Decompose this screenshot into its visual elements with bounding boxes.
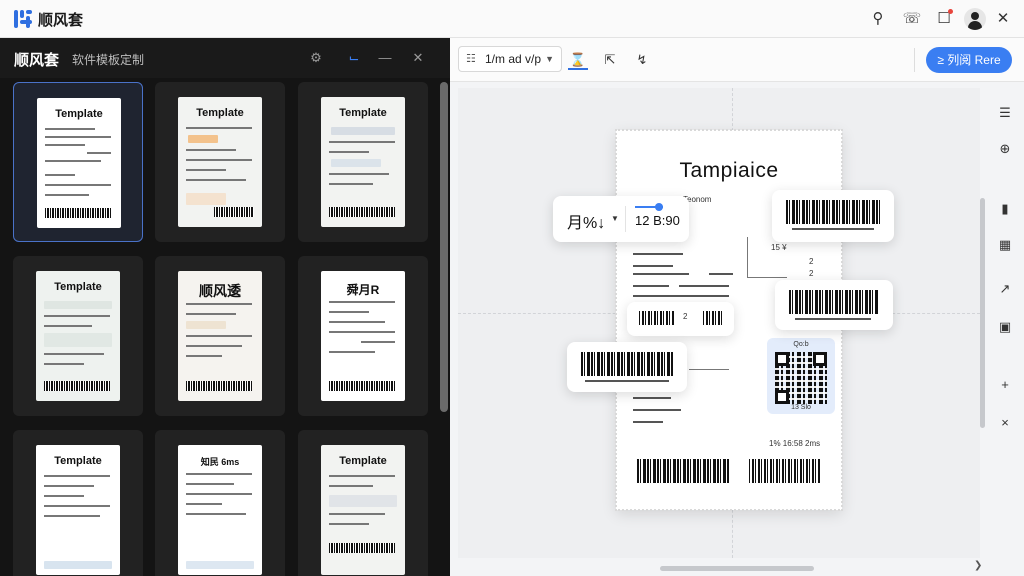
template-title: 舜月R <box>346 283 380 297</box>
label-text-line <box>633 265 673 267</box>
barcode <box>786 200 880 224</box>
qr-caption-top: Qo:b <box>793 341 809 348</box>
label-size-select[interactable]: ☷ 1/m ad v/p ▼ <box>458 46 562 72</box>
template-card-1[interactable]: Template <box>13 82 143 242</box>
barcode <box>639 311 675 325</box>
barcode <box>581 352 673 376</box>
settings-icon[interactable]: ⚙ <box>307 49 325 67</box>
template-title: Template <box>196 107 244 119</box>
panel-scrollbar[interactable] <box>440 82 448 412</box>
template-title: Template <box>54 281 102 293</box>
template-title: Template <box>55 108 103 120</box>
minimize-icon[interactable]: — <box>376 49 394 67</box>
page-size-icon: ☷ <box>466 53 476 65</box>
label-barcode-bottom-left[interactable] <box>637 459 729 483</box>
template-card-7[interactable]: Template <box>13 430 143 576</box>
barcode-chip-middle[interactable]: 2 <box>627 302 734 336</box>
label-text-line <box>633 409 681 411</box>
template-panel-header: 顺风套 软件模板定制 ⚙ ⌙ — ✕ <box>0 38 450 78</box>
label-text-line <box>679 285 729 287</box>
grid-tool-icon[interactable]: ▦ <box>994 234 1016 256</box>
font-style-value: 月%↓ <box>567 215 606 232</box>
slider-handle[interactable] <box>655 203 663 211</box>
corner-icon[interactable]: ⌙ <box>345 49 363 67</box>
search-icon[interactable]: ⚲ <box>868 9 888 29</box>
avatar[interactable] <box>964 8 986 30</box>
label-text-line <box>633 397 671 399</box>
font-style-chip[interactable]: 月%↓ ▼ 12 B:90 <box>553 196 689 242</box>
label-text-line <box>633 295 729 297</box>
app-logo-icon <box>14 10 32 28</box>
label-text-line <box>709 273 733 275</box>
barcode-chip-top[interactable] <box>772 190 894 242</box>
bracket-tool-icon[interactable]: ▮ <box>994 198 1016 220</box>
close-tool-icon[interactable]: × <box>994 412 1016 434</box>
editor-toolbar: ☷ 1/m ad v/p ▼ ⌛ ⇱ ↯ ≥ 列阅 Rere <box>450 38 1024 82</box>
export-tool-icon[interactable]: ↗ <box>994 278 1016 300</box>
layer-tool-icon[interactable]: ▣ <box>994 316 1016 338</box>
chevron-right-icon[interactable]: ❯ <box>974 560 982 571</box>
label-text-line <box>633 273 689 275</box>
side-toolbar: ☰ ⊕ ▮ ▦ ↗ ▣ + × <box>990 94 1020 524</box>
label-text-line <box>633 421 663 423</box>
template-card-9[interactable]: Template <box>298 430 428 576</box>
barcode-chip-left[interactable] <box>567 342 687 392</box>
canvas-scrollbar-vertical[interactable] <box>980 198 985 428</box>
label-text-line <box>633 285 669 287</box>
headset-icon[interactable]: ☏ <box>902 9 922 29</box>
close-icon[interactable]: ✕ <box>993 9 1013 29</box>
toolbar-divider <box>914 48 915 72</box>
template-title: 知民 6ms <box>200 457 240 467</box>
label-bottom-text: 1% 16:58 2ms <box>769 439 821 448</box>
label-text-line <box>633 253 683 255</box>
add-tool-icon[interactable]: + <box>994 374 1016 396</box>
share-icon[interactable]: ⇱ <box>600 50 620 70</box>
template-title: Template <box>339 455 387 467</box>
template-title: Template <box>339 107 387 119</box>
font-size-value: 12 B:90 <box>635 213 680 228</box>
template-card-8[interactable]: 知民 6ms <box>155 430 285 576</box>
link-icon[interactable]: ↯ <box>632 50 652 70</box>
app-bar: 顺风套 ⚲ ☏ ☐ ✕ <box>0 0 1024 38</box>
canvas-scrollbar-horizontal[interactable] <box>660 566 814 571</box>
target-tool-icon[interactable]: ⊕ <box>994 138 1016 160</box>
qr-caption-bottom: 13 Slo <box>791 404 811 411</box>
template-card-4[interactable]: Template <box>13 256 143 416</box>
template-card-5[interactable]: 顺风逶 <box>155 256 285 416</box>
template-panel: 顺风套 软件模板定制 ⚙ ⌙ — ✕ Template Template Tem… <box>0 38 450 576</box>
barcode <box>703 311 723 325</box>
notification-dot <box>948 9 953 14</box>
template-title: 顺风逶 <box>199 283 241 299</box>
print-button[interactable]: ≥ 列阅 Rere <box>926 47 1012 73</box>
barcode <box>789 290 879 314</box>
label-side-text: 2 <box>809 257 814 266</box>
template-card-3[interactable]: Template <box>298 82 428 242</box>
qr-element[interactable]: Qo:b 13 Slo <box>767 338 835 414</box>
middle-chip-text: 2 <box>683 312 688 321</box>
barcode-tool-icon[interactable]: ☰ <box>994 102 1016 124</box>
label-side-text: 15 ¥ <box>771 243 787 252</box>
label-side-text: 2 <box>809 269 814 278</box>
label-size-value: 1/m ad v/p <box>485 52 542 66</box>
chevron-down-icon: ▼ <box>545 54 554 64</box>
template-card-6[interactable]: 舜月R <box>298 256 428 416</box>
barcode-chip-right[interactable] <box>775 280 893 330</box>
template-title: Template <box>54 455 102 467</box>
panel-title: 顺风套 <box>14 52 60 69</box>
cut-icon[interactable]: ⌛ <box>568 50 588 70</box>
label-title: Tampiaice <box>679 159 779 182</box>
panel-subtitle: 软件模板定制 <box>72 53 145 67</box>
label-barcode-bottom-right[interactable] <box>749 459 821 483</box>
app-title: 顺风套 <box>38 12 84 29</box>
close-panel-icon[interactable]: ✕ <box>409 49 427 67</box>
template-card-2[interactable]: Template <box>155 82 285 242</box>
chevron-down-icon[interactable]: ▼ <box>611 214 619 223</box>
